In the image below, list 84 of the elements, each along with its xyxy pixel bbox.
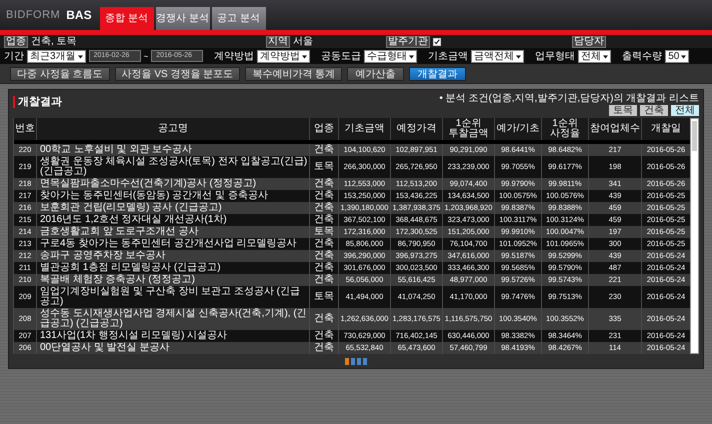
tab[interactable]: 공고 분석 (212, 7, 266, 30)
view-button[interactable]: 개찰결과 (409, 67, 466, 81)
range-separator: ~ (144, 52, 148, 60)
note-text: • 분석 조건(업종,지역,발주기관,담당자)의 개찰결과 리스트 (439, 93, 699, 104)
column-header: 번호 (14, 118, 36, 140)
caret-icon (681, 54, 686, 58)
table-cell: 구로4동 찾아가는 동주민센터 공간개선사업 리모델링공사 (40, 238, 297, 249)
condition-label: 지역 (266, 36, 290, 48)
table-cell: 별관공회 1층점 리모델링공사 (긴급공고) (40, 262, 221, 273)
table-cell: 건축 (314, 274, 334, 285)
table-cell: 건축 (314, 313, 334, 324)
table-cell: 보훈회관 건립(리모델링) 공사 (긴급공고) (40, 202, 222, 213)
table-cell: 2016년도 1,2호선 정자대실 개선공사(1차) (40, 214, 227, 225)
table-cell: 토목 (314, 226, 334, 237)
section-title: 개찰결과 (13, 96, 62, 108)
tab[interactable]: 종합 분석 (100, 7, 154, 30)
tab[interactable]: 경쟁사 분석 (156, 7, 210, 30)
view-button[interactable]: 복수예비가격 통계 (245, 67, 342, 81)
table-cell: 금호생활교회 앞 도로구조개선 공사 (40, 226, 198, 237)
column-header: 1순위 사정율 (542, 118, 588, 140)
caret-icon (302, 54, 308, 58)
filter-label: 기간 (4, 50, 24, 62)
table-cell: 건축 (314, 178, 334, 189)
table-cell: 토목 (314, 161, 334, 172)
table-cell: 찾아가는 동주민센터(동암동) 공간개선 및 증축공사 (40, 190, 268, 201)
dropdown[interactable]: 금액전체 (471, 50, 524, 62)
table-cell: 건축 (314, 214, 334, 225)
condition-value: 건축, 토목 (31, 36, 77, 47)
table-cell: 토목 (314, 291, 334, 302)
table-cell: 00단열공사 및 발전실 분공사 (40, 342, 170, 353)
column-header: 1순위 투찰금액 (442, 118, 494, 140)
dropdown[interactable]: 최근3개월 (27, 50, 86, 62)
table-cell: 임업기계장비실험원 및 구산축 장비 보관고 조성공사 (긴급공고) (40, 286, 300, 307)
table-cell: 건축 (314, 330, 334, 341)
view-button[interactable]: 다중 사정율 흐름도 (10, 67, 110, 81)
caret-icon (603, 54, 608, 58)
column-header: 공고명 (36, 118, 310, 140)
column-header: 기초금액 (338, 118, 390, 140)
table-cell: 생활권 운동장 체육시설 조성공사(토목) 전자 입찰공고(긴급)(긴급공고) (40, 156, 308, 177)
table-cell: 성수동 도시재생사업사업 경제시설 신축공사(건축,기계), (긴급공고) (긴급공고) (40, 308, 307, 329)
table-cell: 00학교 노후설비 및 외관 보수공사 (40, 144, 192, 155)
table-cell: 건축 (314, 238, 334, 249)
condition-value: 서울 (293, 36, 313, 47)
column-header: 예가/기초 (494, 118, 542, 140)
table-cell: 건축 (314, 262, 334, 273)
dropdown[interactable]: 50 (665, 50, 690, 62)
scroll-thumb[interactable] (692, 121, 697, 151)
filter-label: 계약방법 (214, 50, 254, 62)
caret-icon (409, 54, 414, 58)
filter-button[interactable]: 토목 (609, 105, 637, 116)
filter-label: 업무형태 (535, 50, 576, 62)
column-header: 개찰일 (642, 118, 690, 140)
pagination-icon[interactable] (345, 358, 367, 365)
dropdown[interactable]: 계약방법 (257, 50, 310, 62)
logo-text: BIDFORM (6, 9, 60, 21)
table-cell: 건축 (314, 144, 334, 155)
view-button[interactable]: 예가산출 (347, 67, 404, 81)
table-cell: 송파구 공영주차장 보수공사 (40, 250, 166, 261)
product-name: BAS (66, 8, 92, 22)
caret-icon (516, 54, 522, 58)
table-cell: 건축 (314, 250, 334, 261)
dropdown[interactable]: 전체 (578, 50, 612, 62)
filter-label: 기초금액 (428, 50, 468, 62)
table-cell: 건축 (314, 342, 334, 353)
column-header: 참여업체수 (588, 118, 642, 140)
view-button[interactable]: 사정율 VS 경쟁율 분포도 (114, 67, 240, 81)
column-header: 예정가격 (390, 118, 442, 140)
table-cell: 건축 (314, 202, 334, 213)
condition-label: 업종 (4, 36, 28, 48)
table-cell: 건축 (314, 190, 334, 201)
filter-label: 공동도급 (321, 50, 362, 62)
filter-button[interactable]: 전체 (671, 105, 699, 116)
filter-button[interactable]: 건축 (640, 105, 668, 116)
caret-icon (78, 54, 83, 58)
table-cell: 면목실팜파출소마수선(건축기계)공사 (정정공고) (40, 178, 256, 189)
table-cell: 131사업(1차 행정시설 리모델링) 시설공사 (40, 330, 228, 341)
condition-label: 발주기관 (386, 36, 430, 48)
condition-label: 담당자 (572, 36, 606, 48)
column-header: 업종 (310, 118, 338, 140)
filter-label: 출력수량 (622, 50, 662, 62)
checkbox[interactable] (433, 38, 441, 46)
scrollbar[interactable] (690, 118, 699, 354)
table-cell: 복골배 체험장 증축공사 (정정공고) (40, 274, 195, 285)
dropdown[interactable]: 수급형태 (364, 50, 418, 62)
